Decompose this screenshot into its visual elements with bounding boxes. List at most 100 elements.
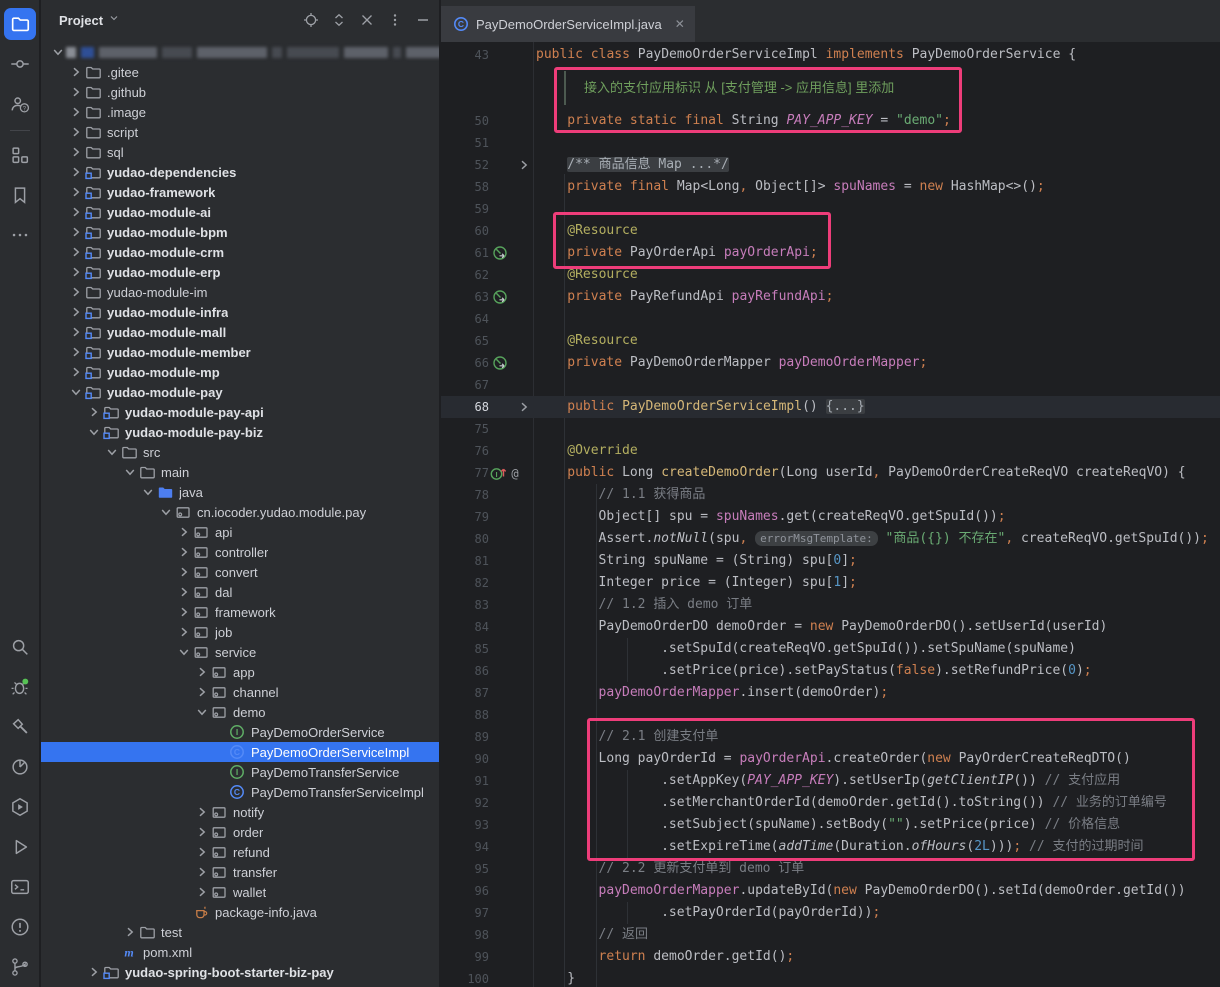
tree-chevron-icon[interactable] bbox=[67, 124, 84, 140]
tree-item[interactable]: src bbox=[41, 442, 439, 462]
tree-chevron-icon[interactable] bbox=[193, 824, 210, 840]
tree-item[interactable]: cn.iocoder.yudao.module.pay bbox=[41, 502, 439, 522]
locate-file-icon[interactable] bbox=[303, 12, 319, 28]
tree-item[interactable]: yudao-spring-boot-starter-biz-pay bbox=[41, 962, 439, 982]
version-control-tool-button[interactable] bbox=[4, 951, 36, 983]
tree-chevron-icon[interactable] bbox=[157, 504, 174, 520]
code-line[interactable]: 66private PayDemoOrderMapper payDemoOrde… bbox=[441, 352, 1220, 374]
build-tool-button[interactable] bbox=[4, 711, 36, 743]
code-line[interactable]: 86.setPrice(price).setPayStatus(false).s… bbox=[441, 660, 1220, 682]
code-line[interactable]: 96payDemoOrderMapper.updateById(new PayD… bbox=[441, 880, 1220, 902]
tree-chevron-icon[interactable] bbox=[49, 44, 66, 60]
tree-item[interactable]: .github bbox=[41, 82, 439, 102]
tree-chevron-icon[interactable] bbox=[193, 684, 210, 700]
tree-chevron-icon[interactable] bbox=[67, 144, 84, 160]
tree-item[interactable]: yudao-module-pay-biz bbox=[41, 422, 439, 442]
fold-chevron-icon[interactable] bbox=[516, 157, 532, 178]
tree-chevron-icon[interactable] bbox=[67, 244, 84, 260]
tree-item[interactable]: test bbox=[41, 922, 439, 942]
tree-item[interactable]: transfer bbox=[41, 862, 439, 882]
tree-chevron-icon[interactable] bbox=[193, 864, 210, 880]
implements-gutter-icon[interactable]: I@ bbox=[490, 465, 524, 486]
tree-item[interactable]: framework bbox=[41, 602, 439, 622]
tree-chevron-icon[interactable] bbox=[67, 64, 84, 80]
code-line[interactable]: 52/** 商品信息 Map ...*/ bbox=[441, 154, 1220, 176]
tree-chevron-icon[interactable] bbox=[67, 164, 84, 180]
code-line[interactable]: 95// 2.2 更新支付单到 demo 订单 bbox=[441, 858, 1220, 880]
tree-item[interactable]: IPayDemoTransferService bbox=[41, 762, 439, 782]
tree-item[interactable]: yudao-module-member bbox=[41, 342, 439, 362]
spring-bean-gutter-icon[interactable] bbox=[492, 289, 508, 310]
code-line[interactable]: 79Object[] spu = spuNames.get(createReqV… bbox=[441, 506, 1220, 528]
tree-item[interactable]: yudao-module-erp bbox=[41, 262, 439, 282]
tree-item[interactable]: yudao-module-pay bbox=[41, 382, 439, 402]
code-line[interactable]: 58private final Map<Long, Object[]> spuN… bbox=[441, 176, 1220, 198]
code-line[interactable]: 87payDemoOrderMapper.insert(demoOrder); bbox=[441, 682, 1220, 704]
code-line[interactable]: 77I@public Long createDemoOrder(Long use… bbox=[441, 462, 1220, 484]
tree-chevron-icon[interactable] bbox=[85, 404, 102, 420]
more-tools-button[interactable] bbox=[4, 219, 36, 251]
spring-bean-gutter-icon[interactable] bbox=[492, 245, 508, 266]
code-line[interactable]: 51 bbox=[441, 132, 1220, 154]
code-line[interactable]: 100} bbox=[441, 968, 1220, 987]
tree-item[interactable]: java bbox=[41, 482, 439, 502]
tree-chevron-icon[interactable] bbox=[67, 364, 84, 380]
code-line[interactable]: 81String spuName = (String) spu[0]; bbox=[441, 550, 1220, 572]
tree-chevron-icon[interactable] bbox=[103, 444, 120, 460]
tab-paydemoorderserviceimpl[interactable]: C PayDemoOrderServiceImpl.java ✕ bbox=[441, 6, 695, 42]
tree-item[interactable]: controller bbox=[41, 542, 439, 562]
code-line[interactable]: 98// 返回 bbox=[441, 924, 1220, 946]
tree-item[interactable]: yudao-module-bpm bbox=[41, 222, 439, 242]
tree-chevron-icon[interactable] bbox=[67, 204, 84, 220]
tree-chevron-icon[interactable] bbox=[121, 464, 138, 480]
tree-item[interactable]: .image bbox=[41, 102, 439, 122]
learn-tool-button[interactable]: ? bbox=[4, 88, 36, 120]
code-line[interactable]: 43public class PayDemoOrderServiceImpl i… bbox=[441, 44, 1220, 66]
tree-chevron-icon[interactable] bbox=[175, 624, 192, 640]
tree-chevron-icon[interactable] bbox=[67, 104, 84, 120]
tree-chevron-icon[interactable] bbox=[67, 224, 84, 240]
search-tool-button[interactable] bbox=[4, 631, 36, 663]
tree-item[interactable]: yudao-module-im bbox=[41, 282, 439, 302]
tree-item[interactable]: app bbox=[41, 662, 439, 682]
tree-item[interactable]: dal bbox=[41, 582, 439, 602]
tree-chevron-icon[interactable] bbox=[139, 484, 156, 500]
code-line[interactable]: 67 bbox=[441, 374, 1220, 396]
tree-chevron-icon[interactable] bbox=[121, 924, 138, 940]
tree-item[interactable]: yudao-framework bbox=[41, 182, 439, 202]
tree-chevron-icon[interactable] bbox=[67, 384, 84, 400]
debug-tool-button[interactable] bbox=[4, 671, 36, 703]
tree-chevron-icon[interactable] bbox=[85, 424, 102, 440]
tree-chevron-icon[interactable] bbox=[67, 304, 84, 320]
tree-item[interactable]: channel bbox=[41, 682, 439, 702]
collapse-all-icon[interactable] bbox=[359, 12, 375, 28]
tree-item[interactable]: yudao-module-pay-api bbox=[41, 402, 439, 422]
code-line[interactable]: 82Integer price = (Integer) spu[1]; bbox=[441, 572, 1220, 594]
services-tool-button[interactable] bbox=[4, 791, 36, 823]
profiler-tool-button[interactable] bbox=[4, 751, 36, 783]
tree-item[interactable]: CPayDemoOrderServiceImpl bbox=[41, 742, 439, 762]
tree-item[interactable]: api bbox=[41, 522, 439, 542]
tree-chevron-icon[interactable] bbox=[175, 584, 192, 600]
tree-chevron-icon[interactable] bbox=[193, 664, 210, 680]
tree-item[interactable]: yudao-module-infra bbox=[41, 302, 439, 322]
code-line[interactable]: 76@Override bbox=[441, 440, 1220, 462]
structure-tool-button[interactable] bbox=[4, 139, 36, 171]
tree-chevron-icon[interactable] bbox=[67, 324, 84, 340]
tree-item[interactable]: IPayDemoOrderService bbox=[41, 722, 439, 742]
tree-item[interactable]: job bbox=[41, 622, 439, 642]
code-line[interactable]: 84PayDemoOrderDO demoOrder = new PayDemo… bbox=[441, 616, 1220, 638]
code-line[interactable]: 75 bbox=[441, 418, 1220, 440]
project-tool-button[interactable] bbox=[4, 8, 36, 40]
tree-chevron-icon[interactable] bbox=[67, 344, 84, 360]
tree-chevron-icon[interactable] bbox=[175, 544, 192, 560]
problems-tool-button[interactable] bbox=[4, 911, 36, 943]
code-line[interactable]: 64 bbox=[441, 308, 1220, 330]
tree-chevron-icon[interactable] bbox=[193, 844, 210, 860]
tree-item[interactable]: mpom.xml bbox=[41, 942, 439, 962]
tree-chevron-icon[interactable] bbox=[193, 884, 210, 900]
tree-item[interactable]: .gitee bbox=[41, 62, 439, 82]
close-tab-icon[interactable]: ✕ bbox=[675, 17, 685, 31]
commit-tool-button[interactable] bbox=[4, 48, 36, 80]
tree-chevron-icon[interactable] bbox=[175, 644, 192, 660]
